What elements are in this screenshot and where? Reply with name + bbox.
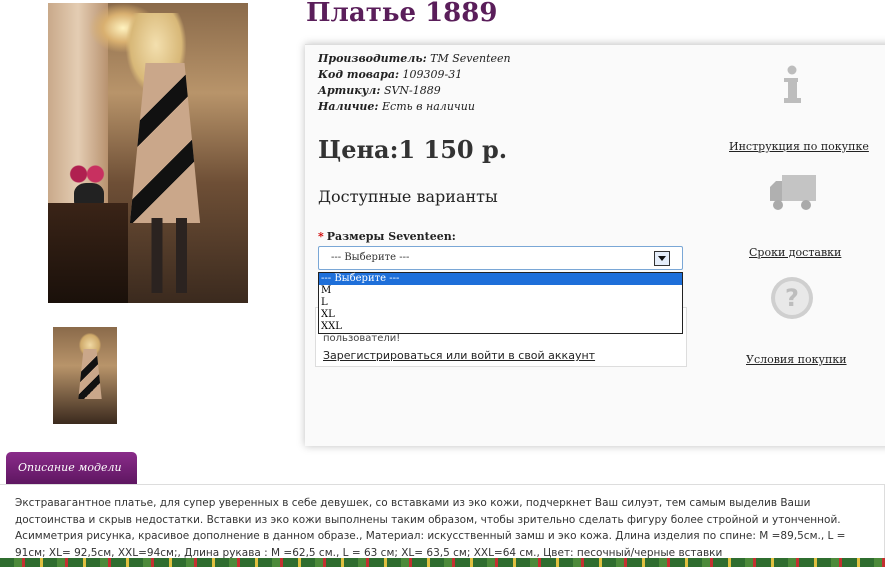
delivery-terms-link[interactable]: Сроки доставки xyxy=(749,246,841,259)
chevron-down-icon[interactable] xyxy=(654,251,670,266)
size-option[interactable]: XL xyxy=(319,309,682,321)
side-purchase-conditions: Условия покупки xyxy=(746,348,847,367)
side-purchase-instructions: Инструкция по покупке xyxy=(729,135,869,154)
login-prompt-text: пользователи! xyxy=(323,333,401,344)
product-price: Цена:1 150 р. xyxy=(318,135,508,164)
meta-availability: Наличие: Есть в наличии xyxy=(318,100,475,113)
product-thumbnail[interactable] xyxy=(53,327,117,424)
size-label: * Размеры Seventeen: xyxy=(318,230,456,243)
purchase-conditions-link[interactable]: Условия покупки xyxy=(746,353,847,366)
size-option[interactable]: M xyxy=(319,285,682,297)
size-option[interactable]: L xyxy=(319,297,682,309)
meta-manufacturer: Производитель: TM Seventeen xyxy=(318,52,511,65)
size-select[interactable]: --- Выберите --- xyxy=(318,246,683,270)
size-select-value: --- Выберите --- xyxy=(331,252,410,263)
photo-table xyxy=(48,203,128,303)
question-mark-icon: ? xyxy=(771,277,813,319)
purchase-instructions-link[interactable]: Инструкция по покупке xyxy=(729,140,869,153)
product-main-photo[interactable] xyxy=(48,3,248,303)
truck-icon xyxy=(770,175,816,210)
description-box: Экстравагантное платье, для супер уверен… xyxy=(0,484,885,567)
side-delivery-terms: Сроки доставки xyxy=(749,241,841,260)
svg-text:?: ? xyxy=(785,284,799,312)
page-title: Платье 1889 xyxy=(306,0,498,28)
meta-product-code: Код товара: 109309-31 xyxy=(318,68,463,81)
description-text: Экстравагантное платье, для супер уверен… xyxy=(15,497,846,559)
product-meta: Производитель: TM Seventeen Код товара: … xyxy=(318,51,511,115)
size-dropdown-list[interactable]: --- Выберите --- M L XL XXL xyxy=(318,272,683,334)
variants-heading: Доступные варианты xyxy=(318,187,498,206)
required-mark: * xyxy=(318,230,324,243)
register-login-link[interactable]: Зарегистрироваться или войти в свой акка… xyxy=(323,349,595,362)
info-icon xyxy=(784,65,801,103)
tab-description[interactable]: Описание модели xyxy=(6,452,137,484)
meta-article: Артикул: SVN-1889 xyxy=(318,84,441,97)
size-option[interactable]: --- Выберите --- xyxy=(319,273,682,285)
photo-model-legs xyxy=(143,218,198,293)
photo-flowers xyxy=(66,163,108,185)
decorative-garland xyxy=(0,558,885,567)
size-option[interactable]: XXL xyxy=(319,321,682,333)
product-info-panel: Производитель: TM Seventeen Код товара: … xyxy=(305,44,885,446)
